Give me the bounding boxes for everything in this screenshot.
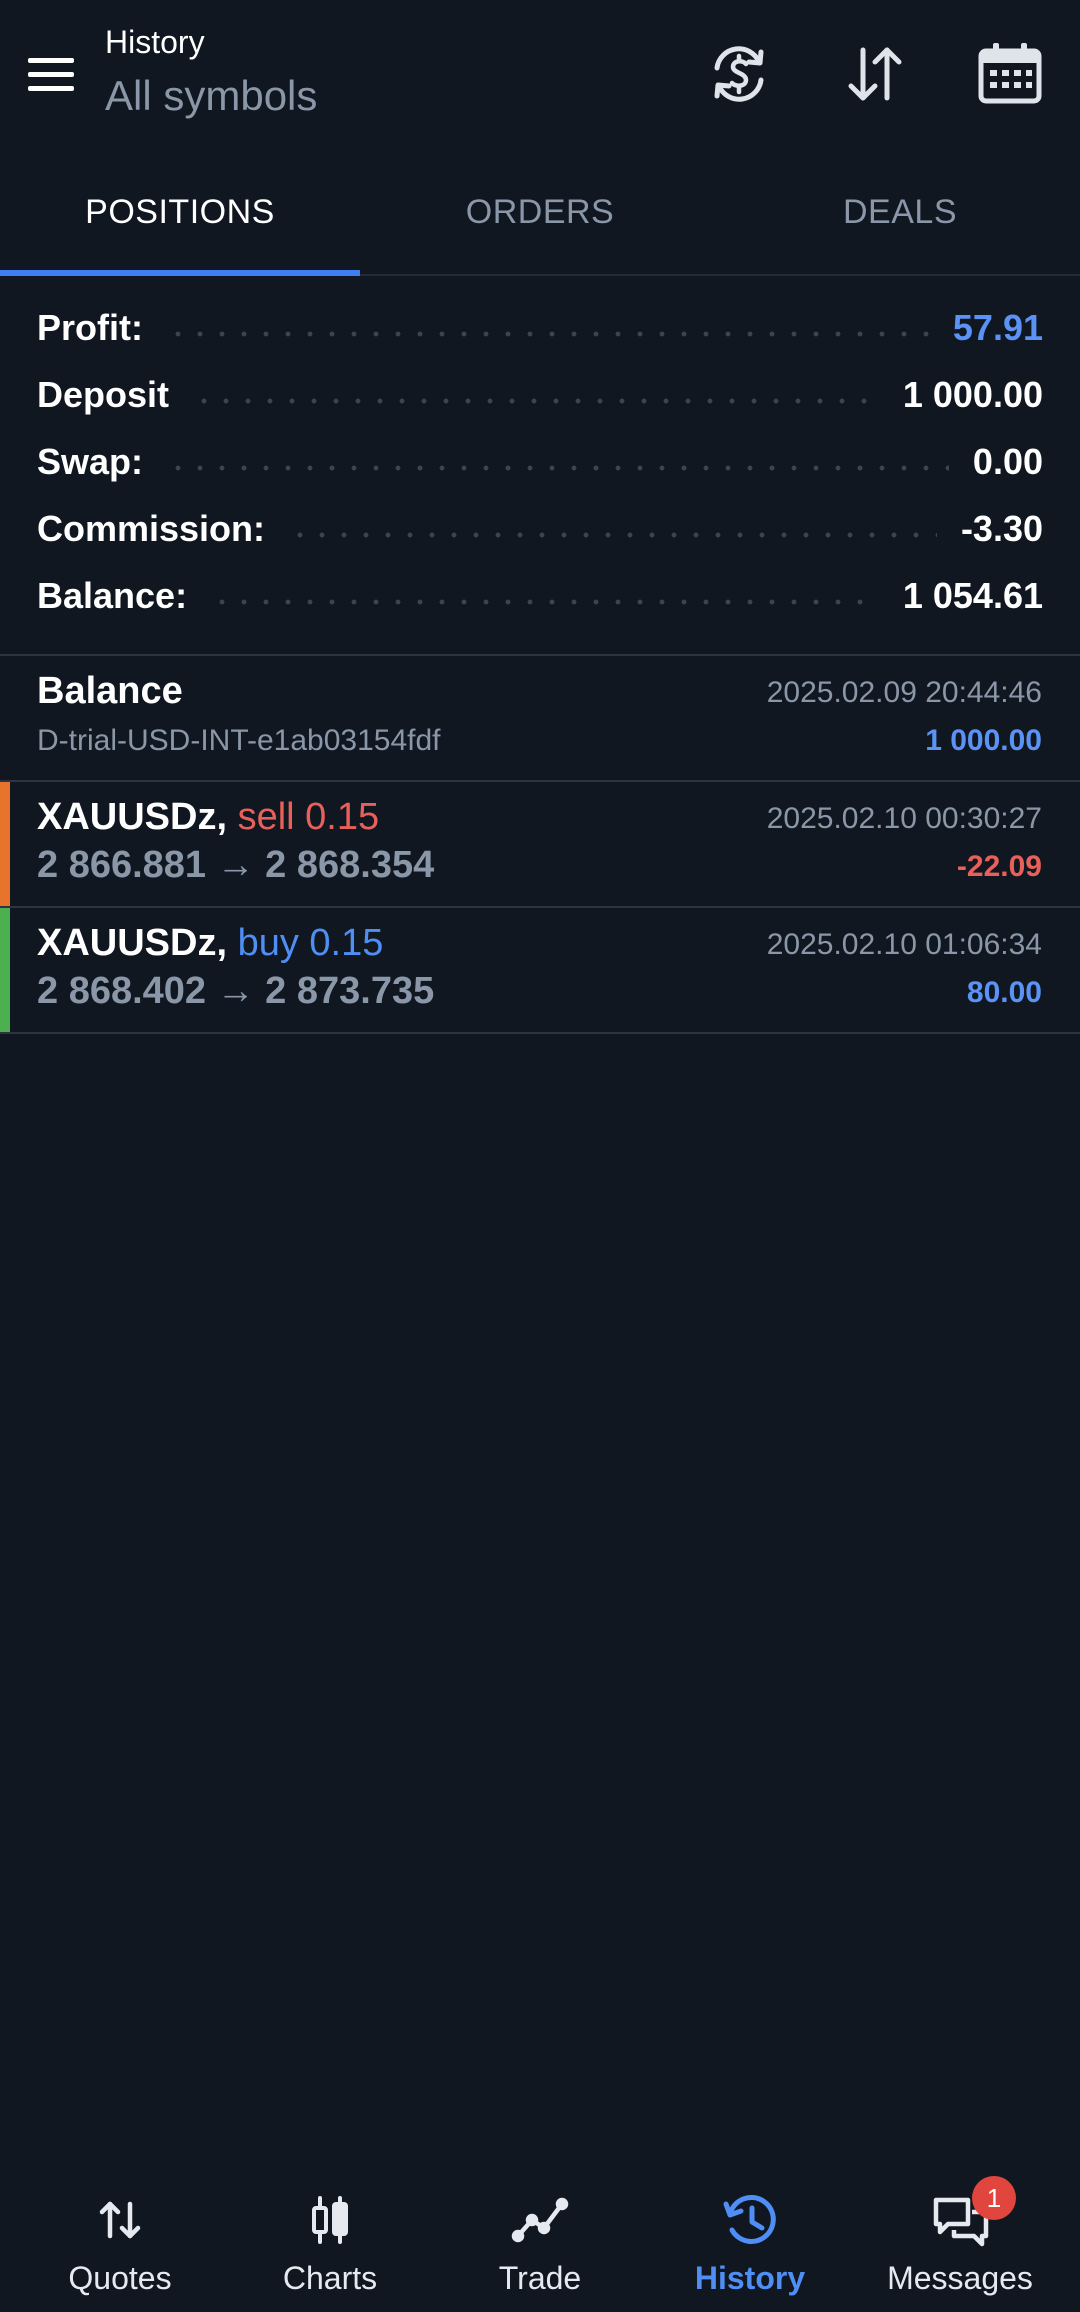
deposit-value: 1 000.00 <box>902 374 1043 415</box>
summary-row-deposit: Deposit 1 000.00 <box>37 368 1043 422</box>
history-tabs: POSITIONS ORDERS DEALS <box>0 150 1080 276</box>
currency-exchange-icon[interactable] <box>703 38 775 110</box>
nav-trade[interactable]: Trade <box>440 2160 640 2312</box>
swap-label: Swap: <box>37 441 144 482</box>
position-time: 2025.02.10 00:30:27 <box>766 802 1042 835</box>
buy-indicator-bar <box>0 908 10 1032</box>
unread-badge: 1 <box>972 2176 1016 2220</box>
deal-amount: 1 000.00 <box>925 724 1042 757</box>
position-time: 2025.02.10 01:06:34 <box>766 928 1042 961</box>
position-title: XAUUSDz, buy 0.15 <box>37 922 383 965</box>
list-item-balance[interactable]: Balance D-trial-USD-INT-e1ab03154fdf 202… <box>0 656 1080 782</box>
trade-line-chart-icon <box>510 2190 570 2250</box>
summary-row-balance: Balance: 1 054.61 <box>37 569 1043 623</box>
hamburger-menu-icon[interactable] <box>24 46 80 102</box>
dotted-leader <box>166 331 929 337</box>
tab-positions[interactable]: POSITIONS <box>0 150 360 274</box>
position-prices: 2 866.881 → 2 868.354 <box>37 844 435 886</box>
nav-messages[interactable]: 1 Messages <box>860 2160 1060 2312</box>
dotted-leader <box>193 398 879 404</box>
summary-row-profit: Profit: 57.91 <box>37 301 1043 355</box>
quotes-arrows-icon <box>90 2190 150 2250</box>
candlestick-chart-icon <box>300 2190 360 2250</box>
sort-arrows-icon[interactable] <box>839 38 911 110</box>
sell-indicator-bar <box>0 782 10 906</box>
swap-value: 0.00 <box>972 441 1043 482</box>
position-title: XAUUSDz, sell 0.15 <box>37 796 379 839</box>
nav-label: Messages <box>887 2260 1033 2296</box>
list-item-position[interactable]: XAUUSDz, sell 0.15 2 866.881 → 2 868.354… <box>0 782 1080 908</box>
symbol-filter[interactable]: All symbols <box>105 72 317 120</box>
tab-deals[interactable]: DEALS <box>720 150 1080 274</box>
commission-value: -3.30 <box>960 508 1043 549</box>
nav-quotes[interactable]: Quotes <box>20 2160 220 2312</box>
position-side: sell 0.15 <box>237 796 380 838</box>
nav-label: Trade <box>498 2260 582 2296</box>
nav-label: Quotes <box>68 2260 172 2296</box>
nav-history[interactable]: History <box>650 2160 850 2312</box>
nav-label: Charts <box>282 2260 378 2296</box>
history-clock-icon <box>720 2190 780 2250</box>
tab-orders[interactable]: ORDERS <box>360 150 720 274</box>
balance-label: Balance: <box>37 575 188 616</box>
position-profit: 80.00 <box>966 976 1042 1009</box>
page-title: History <box>105 24 205 60</box>
commission-label: Commission: <box>37 508 266 549</box>
calendar-icon[interactable] <box>974 38 1046 110</box>
bottom-navigation: Quotes Charts Trade History 1 Messages <box>0 2160 1080 2312</box>
top-app-bar: History All symbols <box>0 0 1080 150</box>
nav-label: History <box>694 2260 806 2296</box>
summary-panel: Profit: 57.91 Deposit 1 000.00 Swap: 0.0… <box>0 276 1080 656</box>
deposit-label: Deposit <box>37 374 170 415</box>
summary-row-swap: Swap: 0.00 <box>37 435 1043 489</box>
profit-value: 57.91 <box>952 307 1043 348</box>
position-profit: -22.09 <box>956 850 1042 883</box>
position-side: buy 0.15 <box>237 922 384 964</box>
position-symbol: XAUUSDz, <box>37 796 228 838</box>
dotted-leader <box>167 465 949 471</box>
nav-charts[interactable]: Charts <box>230 2160 430 2312</box>
balance-value: 1 054.61 <box>902 575 1043 616</box>
profit-label: Profit: <box>37 307 143 348</box>
deal-comment: D-trial-USD-INT-e1ab03154fdf <box>37 724 441 757</box>
position-symbol: XAUUSDz, <box>37 922 228 964</box>
summary-row-commission: Commission: -3.30 <box>37 502 1043 556</box>
deal-title: Balance <box>37 670 183 712</box>
deal-time: 2025.02.09 20:44:46 <box>766 676 1042 709</box>
list-item-position[interactable]: XAUUSDz, buy 0.15 2 868.402 → 2 873.735 … <box>0 908 1080 1034</box>
position-prices: 2 868.402 → 2 873.735 <box>37 970 435 1012</box>
dotted-leader <box>289 532 937 538</box>
dotted-leader <box>211 599 879 605</box>
